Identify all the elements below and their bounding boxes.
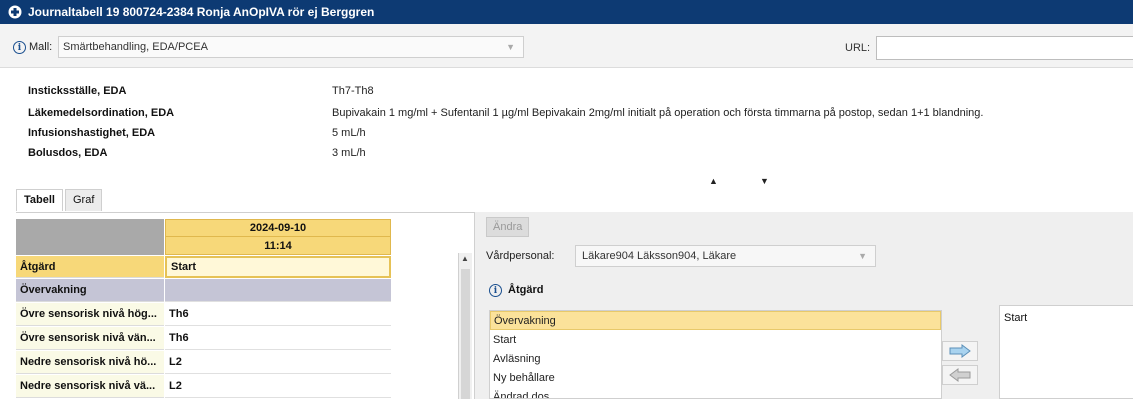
table-cell[interactable]: Th6 xyxy=(165,303,391,326)
arrow-right-icon xyxy=(949,344,971,358)
list-item[interactable]: Övervakning xyxy=(490,311,941,330)
scrollbar-thumb[interactable] xyxy=(461,269,470,399)
expand-down-icon[interactable]: ▼ xyxy=(760,176,769,186)
row-group-overvakning[interactable]: Övervakning xyxy=(16,279,164,302)
row-label[interactable]: Övre sensorisk nivå hög... xyxy=(16,303,164,326)
move-left-button[interactable] xyxy=(942,365,978,385)
url-input[interactable] xyxy=(876,36,1133,60)
table-cell[interactable]: Start xyxy=(165,256,391,278)
list-item[interactable]: Ändrad dos xyxy=(490,387,941,399)
list-item[interactable]: Start xyxy=(1004,312,1129,324)
view-tabs: Tabell Graf xyxy=(16,189,104,211)
info-value: 3 mL/h xyxy=(332,147,366,159)
mall-select[interactable]: Smärtbehandling, EDA/PCEA ▼ xyxy=(58,36,524,58)
info-key: Insticksställe, EDA xyxy=(28,85,127,97)
vardpersonal-label: Vårdpersonal: xyxy=(486,250,555,262)
table-corner-header xyxy=(16,219,164,255)
row-label-atgard[interactable]: Åtgärd xyxy=(16,256,164,278)
list-item[interactable]: Avläsning xyxy=(490,349,941,368)
info-value: Bupivakain 1 mg/ml + Sufentanil 1 µg/ml … xyxy=(332,107,984,119)
tab-tabell[interactable]: Tabell xyxy=(16,189,63,211)
column-header[interactable]: 2024-09-10 11:14 xyxy=(165,219,391,255)
arrow-left-icon xyxy=(949,368,971,382)
scroll-up-icon[interactable]: ▲ xyxy=(461,254,469,263)
atgard-label: Åtgärd xyxy=(508,284,544,296)
mall-select-value: Smärtbehandling, EDA/PCEA xyxy=(63,41,208,53)
column-time: 11:14 xyxy=(264,239,292,252)
window-title-bar: Journaltabell 19 800724-2384 Ronja AnOpI… xyxy=(0,0,1133,24)
table-cell[interactable]: L2 xyxy=(165,375,391,398)
table-cell[interactable]: Th6 xyxy=(165,327,391,350)
window-title: Journaltabell 19 800724-2384 Ronja AnOpI… xyxy=(28,5,375,19)
info-key: Läkemedelsordination, EDA xyxy=(28,107,175,119)
edit-panel: Ändra Vårdpersonal: Läkare904 Läksson904… xyxy=(474,212,1133,399)
app-logo-icon xyxy=(8,5,22,19)
row-label[interactable]: Nedre sensorisk nivå hö... xyxy=(16,351,164,374)
table-cell[interactable] xyxy=(165,279,391,302)
info-key: Infusionshastighet, EDA xyxy=(28,127,156,139)
info-key: Bolusdos, EDA xyxy=(28,147,108,159)
collapse-up-icon[interactable]: ▲ xyxy=(709,176,718,186)
journal-table: 2024-09-10 11:14 Åtgärd Start Övervaknin… xyxy=(16,212,474,399)
move-right-button[interactable] xyxy=(942,341,978,361)
atgard-list[interactable]: Övervakning Start Avläsning Ny behållare… xyxy=(489,310,942,399)
row-label[interactable]: Övre sensorisk nivå vän... xyxy=(16,327,164,350)
column-date: 2024-09-10 xyxy=(166,220,390,237)
chevron-down-icon: ▼ xyxy=(858,251,867,261)
info-value: 5 mL/h xyxy=(332,127,366,139)
table-cell[interactable]: L2 xyxy=(165,351,391,374)
list-item[interactable]: Ny behållare xyxy=(490,368,941,387)
chevron-down-icon: ▼ xyxy=(506,42,515,52)
order-info-panel: Insticksställe, EDA Th7-Th8 Läkemedelsor… xyxy=(22,82,1130,168)
info-value: Th7-Th8 xyxy=(332,85,374,97)
vardpersonal-value: Läkare904 Läksson904, Läkare xyxy=(582,250,737,262)
mall-label: Mall: xyxy=(29,41,53,53)
chosen-list[interactable]: Start xyxy=(999,305,1133,399)
table-scrollbar[interactable]: ▲ xyxy=(458,253,472,399)
tab-graf[interactable]: Graf xyxy=(64,189,103,211)
list-item[interactable]: Start xyxy=(490,330,941,349)
andra-button[interactable]: Ändra xyxy=(486,217,530,237)
info-icon[interactable]: i xyxy=(489,284,502,297)
info-icon[interactable]: i xyxy=(13,41,26,54)
vardpersonal-select[interactable]: Läkare904 Läksson904, Läkare ▼ xyxy=(575,245,876,267)
template-bar: i Mall: Smärtbehandling, EDA/PCEA ▼ URL: xyxy=(0,24,1133,68)
url-label: URL: xyxy=(845,42,871,54)
row-label[interactable]: Nedre sensorisk nivå vä... xyxy=(16,375,164,398)
